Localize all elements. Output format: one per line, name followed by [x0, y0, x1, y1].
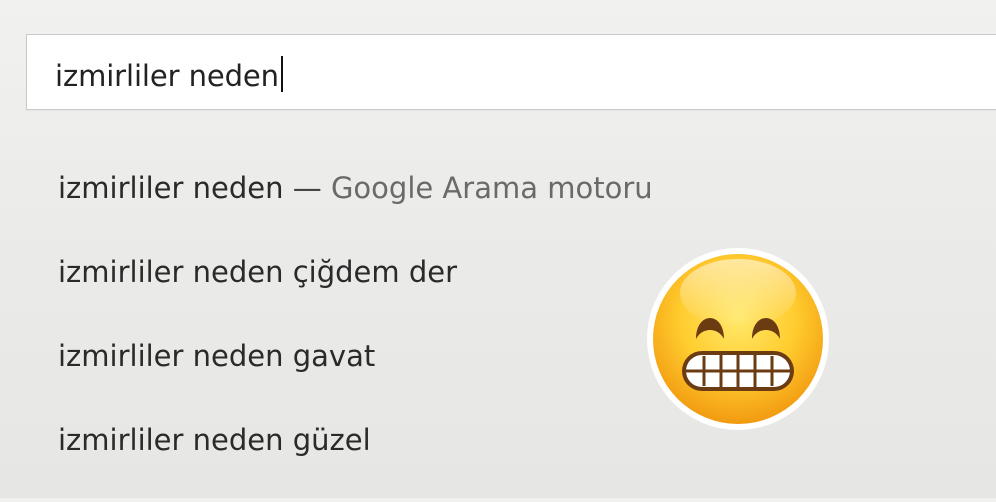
search-input[interactable]: izmirliler neden [26, 34, 996, 110]
text-caret [280, 56, 283, 92]
suggestion-text: izmirliler neden güzel [58, 423, 371, 457]
suggestion-item[interactable]: izmirliler neden güzel [58, 418, 653, 502]
suggestion-separator: — [283, 171, 331, 205]
suggestion-list: izmirliler neden — Google Arama motoru i… [58, 166, 653, 502]
suggestion-text: izmirliler neden gavat [58, 339, 376, 373]
suggestion-text: izmirliler neden [58, 171, 284, 205]
grimacing-face-emoji-icon [647, 248, 829, 430]
suggestion-item[interactable]: izmirliler neden — Google Arama motoru [58, 166, 653, 250]
suggestion-text: izmirliler neden çiğdem der [58, 255, 458, 289]
suggestion-item[interactable]: izmirliler neden çiğdem der [58, 250, 653, 334]
search-engine-label: Google Arama motoru [330, 171, 653, 205]
suggestion-item[interactable]: izmirliler neden gavat [58, 334, 653, 418]
search-query: izmirliler neden [55, 59, 279, 93]
search-input-text: izmirliler neden [55, 56, 283, 93]
